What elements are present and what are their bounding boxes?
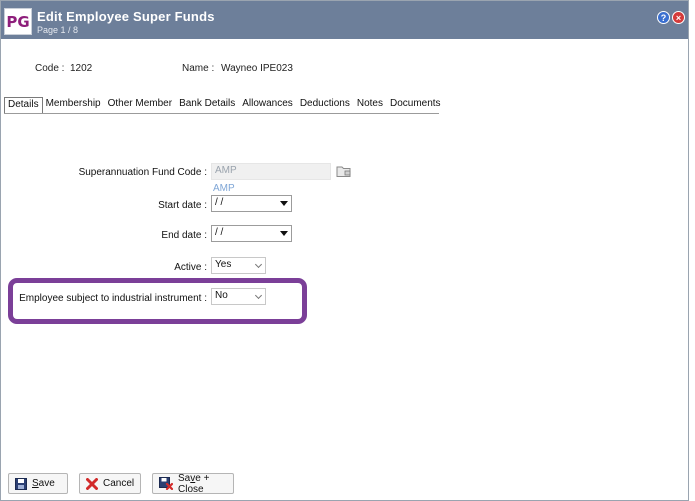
fund-code-input[interactable]: AMP xyxy=(211,163,331,180)
folder-lookup-icon[interactable] xyxy=(336,164,352,178)
highlight-box xyxy=(8,278,307,324)
active-value: Yes xyxy=(215,259,232,270)
tab-bank-details[interactable]: Bank Details xyxy=(176,97,239,113)
tab-other-member[interactable]: Other Member xyxy=(105,97,176,113)
edit-employee-super-funds-window: PG Edit Employee Super Funds Page 1 / 8 … xyxy=(0,0,689,501)
save-close-button[interactable]: Save + Close xyxy=(152,472,234,495)
name-label: Name : xyxy=(182,63,215,74)
app-logo: PG xyxy=(4,8,32,35)
chevron-down-icon xyxy=(254,260,263,269)
end-date-label: End date : xyxy=(161,230,207,241)
tab-documents[interactable]: Documents xyxy=(387,97,445,113)
save-close-icon xyxy=(159,477,173,490)
end-date-input[interactable]: / / xyxy=(211,225,292,242)
code-value: 1202 xyxy=(70,63,93,74)
name-value: Wayneo IPE023 xyxy=(221,63,293,74)
calendar-dropdown-icon[interactable] xyxy=(280,201,288,206)
cancel-label: Cancel xyxy=(103,478,135,489)
tab-notes[interactable]: Notes xyxy=(354,97,387,113)
cancel-x-icon xyxy=(86,477,98,490)
tab-divider xyxy=(4,113,439,114)
start-date-label: Start date : xyxy=(158,200,207,211)
code-label: Code : xyxy=(35,63,65,74)
tab-details[interactable]: Details xyxy=(4,97,43,113)
fund-code-label: Superannuation Fund Code : xyxy=(78,167,207,178)
fund-description: AMP xyxy=(213,183,235,194)
calendar-dropdown-icon[interactable] xyxy=(280,231,288,236)
tab-allowances[interactable]: Allowances xyxy=(239,97,297,113)
save-button[interactable]: Save xyxy=(8,473,68,494)
help-icon[interactable]: ? xyxy=(657,11,670,24)
page-indicator: Page 1 / 8 xyxy=(37,25,79,35)
end-date-value: / / xyxy=(215,227,224,238)
save-close-label: Save + Close xyxy=(178,472,210,495)
window-title: Edit Employee Super Funds xyxy=(37,9,215,24)
title-bar: PG Edit Employee Super Funds Page 1 / 8 … xyxy=(1,1,688,39)
active-label: Active : xyxy=(174,262,207,273)
save-label: Save xyxy=(32,478,55,489)
close-icon[interactable]: × xyxy=(672,11,685,24)
tab-deductions[interactable]: Deductions xyxy=(297,97,354,113)
tab-membership[interactable]: Membership xyxy=(43,97,105,113)
tab-bar: Details Membership Other Member Bank Det… xyxy=(4,97,445,113)
cancel-button[interactable]: Cancel xyxy=(79,473,141,494)
active-select[interactable]: Yes xyxy=(211,257,266,274)
start-date-value: / / xyxy=(215,197,224,208)
start-date-input[interactable]: / / xyxy=(211,195,292,212)
floppy-disk-icon xyxy=(15,477,27,490)
